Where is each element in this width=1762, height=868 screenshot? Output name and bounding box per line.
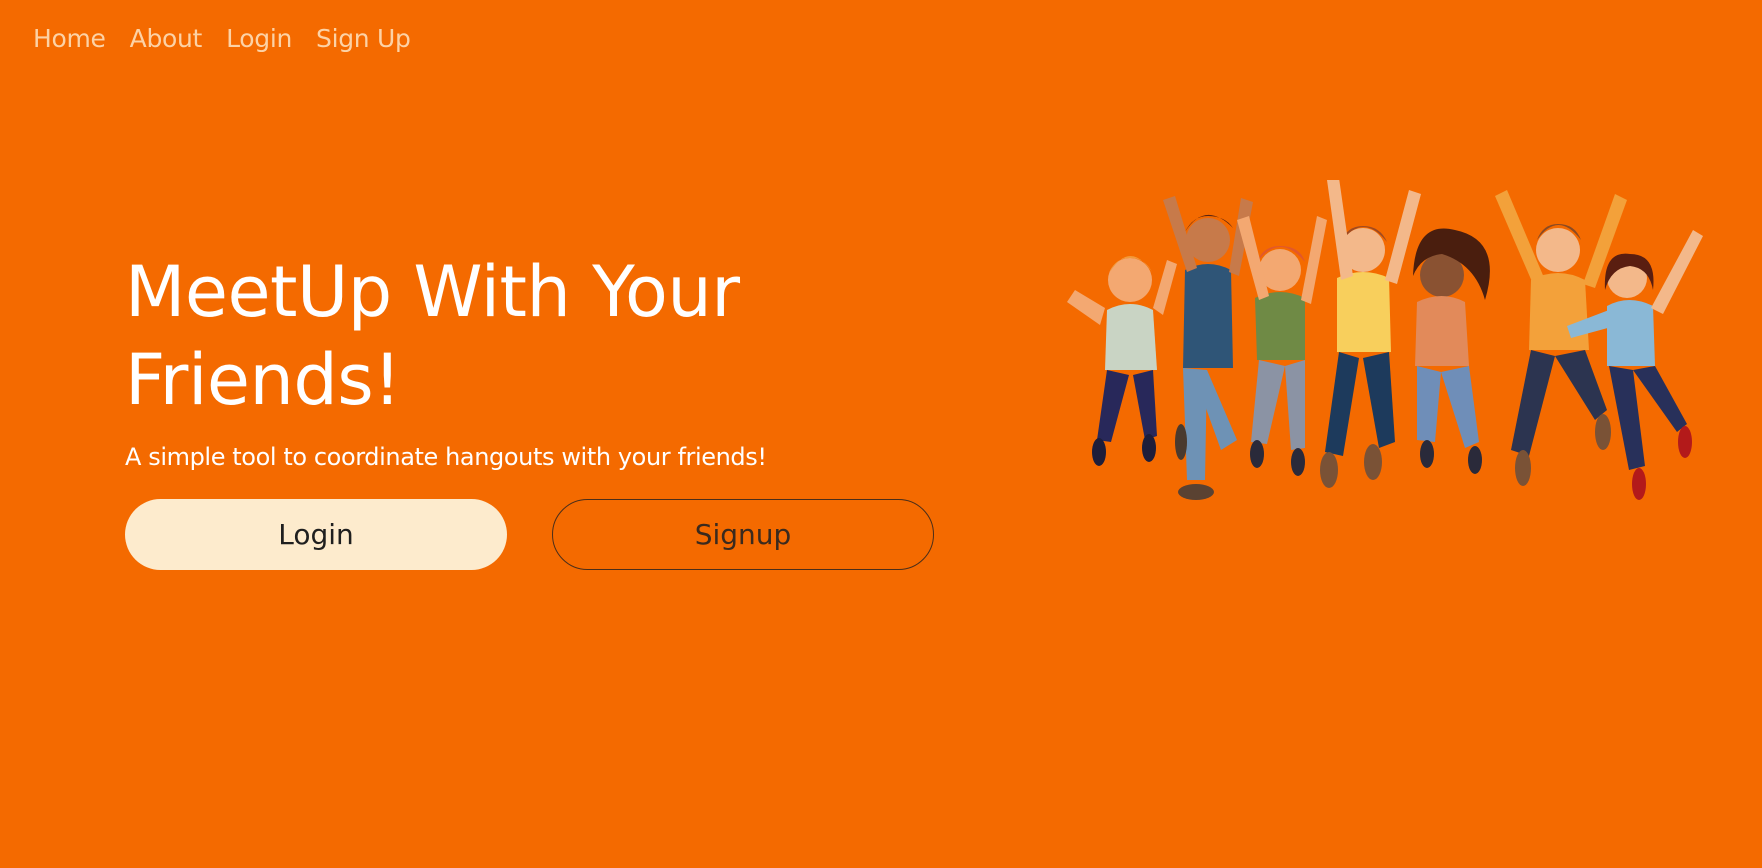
hero-subtitle: A simple tool to coordinate hangouts wit…	[125, 443, 767, 471]
signup-button[interactable]: Signup	[552, 499, 934, 570]
nav-about-link[interactable]: About	[130, 24, 203, 53]
person-1-figure	[1067, 256, 1177, 466]
jumping-friends-illustration	[1067, 180, 1703, 500]
person-4-figure	[1320, 180, 1421, 488]
top-nav: Home About Login Sign Up	[33, 24, 411, 53]
person-3-figure	[1237, 216, 1327, 476]
login-button[interactable]: Login	[125, 499, 507, 570]
nav-home-link[interactable]: Home	[33, 24, 106, 53]
hero-section: MeetUp With Your Friends! A simple tool …	[125, 248, 965, 570]
person-5-figure	[1413, 228, 1490, 474]
nav-login-link[interactable]: Login	[226, 24, 292, 53]
nav-signup-link[interactable]: Sign Up	[316, 24, 411, 53]
person-2-figure	[1163, 196, 1253, 500]
hero-headline-line1: MeetUp With Your	[125, 251, 740, 333]
hero-headline: MeetUp With Your Friends!	[125, 248, 965, 424]
hero-headline-line2: Friends!	[125, 339, 401, 421]
hero-actions: Login Signup	[125, 499, 965, 570]
